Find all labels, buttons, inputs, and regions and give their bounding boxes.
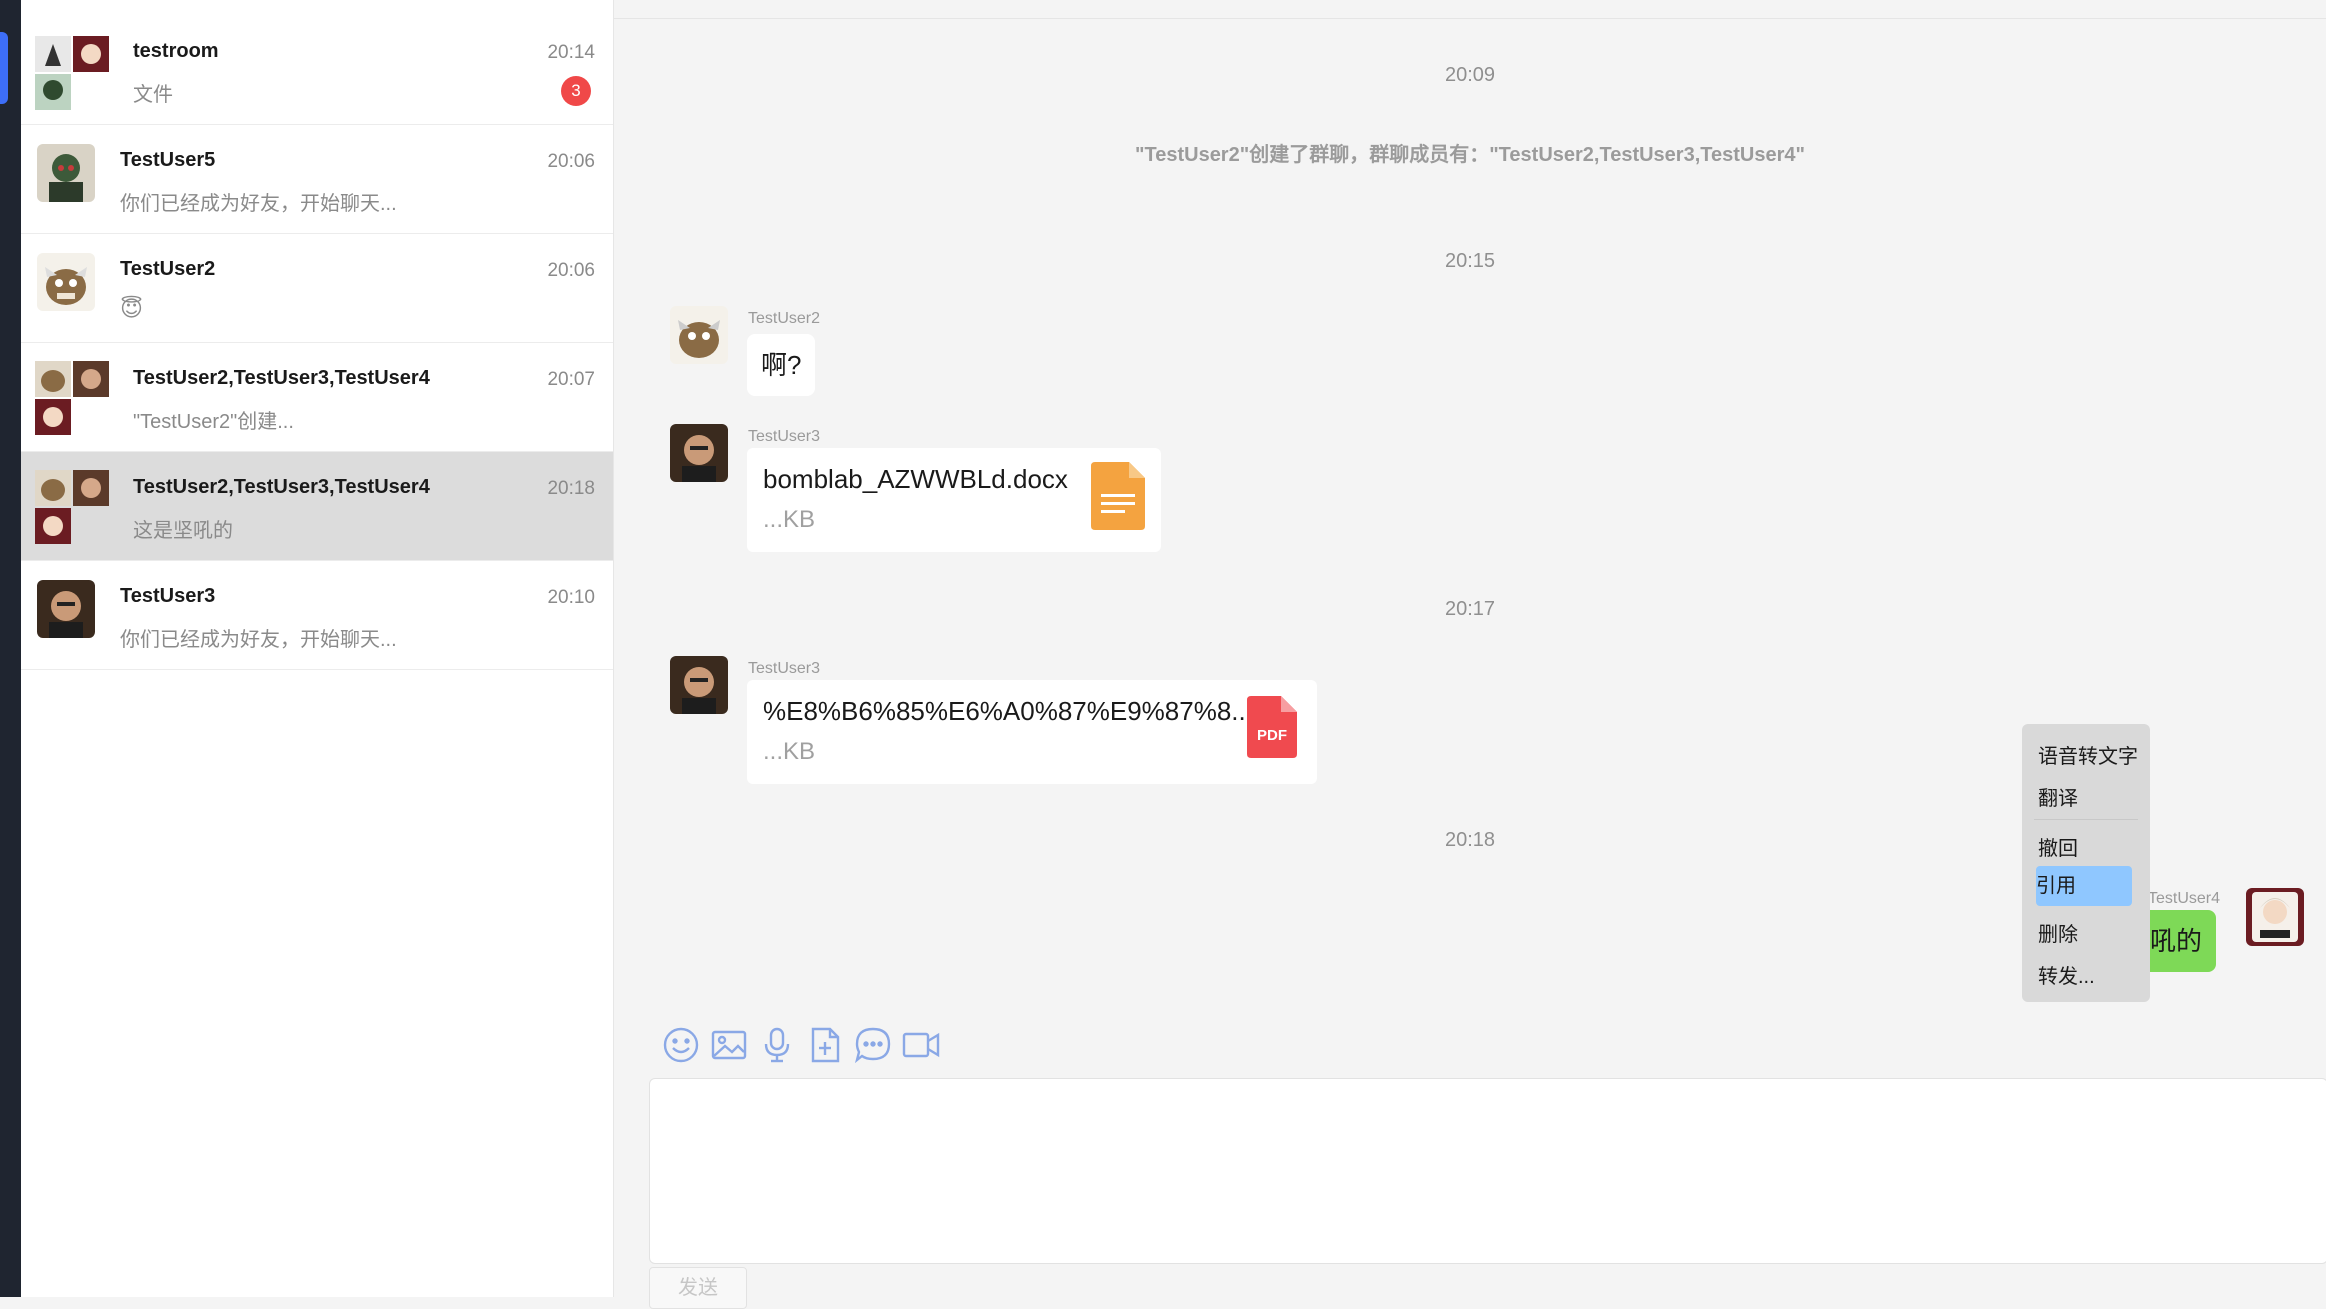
conversation-preview: 你们已经成为好友，开始聊天... [120, 193, 397, 215]
conversation-item-group-1[interactable]: TestUser2,TestUser3,TestUser4 "TestUser2… [21, 343, 613, 452]
time-separator: 20:09 [1444, 64, 1496, 86]
conversation-preview: 😇 [120, 296, 143, 321]
menu-item-quote[interactable]: 引用 [2036, 866, 2132, 906]
conversation-item-testuser5[interactable]: TestUser5 你们已经成为好友，开始聊天... 20:06 [21, 125, 613, 234]
sender-name: TestUser3 [748, 660, 821, 677]
conversation-name: testroom [133, 40, 219, 62]
active-nav-indicator[interactable] [0, 32, 8, 104]
emoji-icon[interactable] [662, 1026, 700, 1064]
pdf-badge-text: PDF [1257, 727, 1287, 744]
user-avatar [37, 580, 95, 638]
message-input[interactable] [649, 1078, 2326, 1264]
menu-item-speech-to-text[interactable]: 语音转文字 [2038, 740, 2138, 769]
unread-badge: 3 [561, 76, 591, 106]
conversation-name: TestUser3 [120, 585, 216, 607]
conversation-time: 20:06 [547, 151, 595, 172]
menu-item-recall[interactable]: 撤回 [2038, 832, 2078, 861]
conversation-time: 20:18 [547, 478, 595, 499]
conversation-preview: 文件 [133, 84, 173, 106]
conversation-preview: 这是坚吼的 [133, 520, 233, 542]
message-bubble[interactable]: 啊? [747, 334, 816, 396]
sender-name: TestUser3 [748, 428, 821, 445]
time-separator: 20:17 [1444, 598, 1496, 620]
conversation-item-testuser2[interactable]: TestUser2 😇 20:06 [21, 234, 613, 343]
message-context-menu: 语音转文字 翻译 撤回 引用 删除 转发... [2022, 724, 2150, 1002]
group-avatar [35, 36, 109, 112]
sender-name: TestUser4 [2148, 890, 2221, 907]
conversation-name: TestUser5 [120, 149, 216, 171]
user-avatar [37, 144, 95, 202]
file-name: %E8%B6%85%E6%A0%87%E9%87%8... [763, 696, 1253, 726]
menu-item-translate[interactable]: 翻译 [2038, 782, 2078, 811]
user-avatar [37, 253, 95, 311]
file-size: ...KB [763, 506, 816, 533]
menu-item-delete[interactable]: 删除 [2038, 918, 2078, 947]
conversation-item-testroom[interactable]: testroom 文件 20:14 3 [21, 0, 613, 125]
conversation-preview: "TestUser2"创建... [133, 411, 294, 433]
conversation-name: TestUser2,TestUser3,TestUser4 [133, 367, 430, 389]
pdf-file-icon: PDF [1247, 696, 1297, 763]
system-notice: "TestUser2"创建了群聊，群聊成员有："TestUser2,TestUs… [1135, 144, 1805, 166]
file-upload-icon[interactable] [806, 1026, 844, 1064]
document-file-icon [1091, 462, 1145, 535]
sender-avatar[interactable] [670, 424, 728, 482]
send-button[interactable]: 发送 [649, 1267, 747, 1309]
video-icon[interactable] [902, 1026, 940, 1064]
conversation-item-testuser3[interactable]: TestUser3 你们已经成为好友，开始聊天... 20:10 [21, 561, 613, 670]
chat-area: 20:09 "TestUser2"创建了群聊，群聊成员有："TestUser2,… [614, 0, 2326, 1309]
file-size: ...KB [763, 738, 816, 765]
file-message-card[interactable]: %E8%B6%85%E6%A0%87%E9%87%8... ...KB PDF [747, 680, 1317, 784]
file-message-card[interactable]: bomblab_AZWWBLd.docx ...KB [747, 448, 1161, 552]
conversation-time: 20:10 [547, 587, 595, 608]
conversation-name: TestUser2 [120, 258, 216, 280]
own-avatar[interactable] [2246, 888, 2304, 946]
sender-name: TestUser2 [748, 310, 821, 327]
microphone-icon[interactable] [758, 1026, 796, 1064]
conversation-item-group-2-selected[interactable]: TestUser2,TestUser3,TestUser4 这是坚吼的 20:1… [21, 452, 613, 561]
app-sidebar-strip [0, 0, 21, 1297]
conversation-list: testroom 文件 20:14 3 TestUser5 你们已经成为好友，开… [21, 0, 614, 1297]
conversation-preview: 你们已经成为好友，开始聊天... [120, 629, 397, 651]
sender-avatar[interactable] [670, 656, 728, 714]
conversation-time: 20:14 [547, 42, 595, 63]
group-avatar [35, 361, 109, 437]
chat-bubble-icon[interactable] [854, 1026, 892, 1064]
conversation-time: 20:06 [547, 260, 595, 281]
time-separator: 20:15 [1444, 250, 1496, 272]
conversation-time: 20:07 [547, 369, 595, 390]
conversation-name: TestUser2,TestUser3,TestUser4 [133, 476, 430, 498]
menu-item-forward[interactable]: 转发... [2038, 960, 2095, 989]
group-avatar [35, 470, 109, 546]
sender-avatar[interactable] [670, 306, 728, 364]
file-name: bomblab_AZWWBLd.docx [763, 464, 1068, 494]
menu-divider [2034, 819, 2138, 820]
chat-header-divider [614, 18, 2326, 19]
image-icon[interactable] [710, 1026, 748, 1064]
